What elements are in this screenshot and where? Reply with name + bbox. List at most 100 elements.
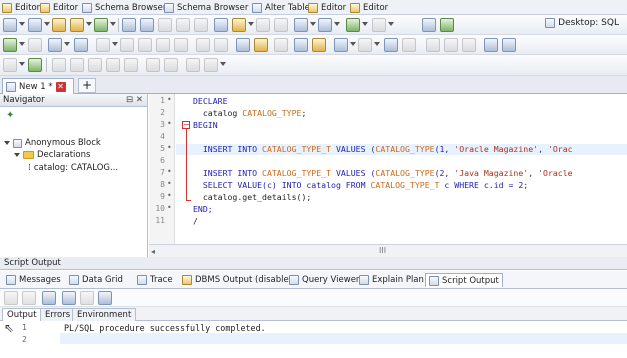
tab-query-viewer[interactable]: Query Viewer xyxy=(286,273,362,287)
sync-icon[interactable]: ✦ xyxy=(6,110,14,121)
step-icon[interactable] xyxy=(372,18,386,32)
copy-icon[interactable] xyxy=(256,18,270,32)
history-icon[interactable] xyxy=(274,38,288,52)
navigator-controls[interactable]: ⊟ ✕ xyxy=(126,95,143,105)
wrap-icon[interactable] xyxy=(22,291,36,305)
undo-icon[interactable] xyxy=(176,18,190,32)
sort-icon[interactable] xyxy=(358,38,372,52)
copy-output-icon[interactable] xyxy=(80,291,94,305)
subtab-errors[interactable]: Errors xyxy=(40,308,76,321)
stop-icon[interactable] xyxy=(28,38,42,52)
tab-editor-2[interactable]: Editor xyxy=(40,1,78,14)
snippet-icon[interactable] xyxy=(254,38,268,52)
document-tab-new-1[interactable]: New 1 * ✕ xyxy=(2,78,74,94)
clear-icon[interactable] xyxy=(4,291,18,305)
print-output-icon[interactable] xyxy=(98,291,112,305)
tree-node-declarations[interactable]: Declarations xyxy=(14,150,90,160)
lock-icon[interactable] xyxy=(214,18,228,32)
line-number: 9 xyxy=(160,192,165,201)
capitalize-icon[interactable] xyxy=(462,38,476,52)
lowercase-icon[interactable] xyxy=(444,38,458,52)
run-icon[interactable] xyxy=(3,18,17,32)
tree-node-catalog[interactable]: ⁞ catalog: CATALOG... xyxy=(28,163,118,173)
back-icon[interactable] xyxy=(384,38,398,52)
cut-icon[interactable] xyxy=(96,38,110,52)
search-icon[interactable] xyxy=(334,38,348,52)
increase-indent-icon[interactable] xyxy=(502,38,516,52)
grid-icon[interactable] xyxy=(294,18,308,32)
subtab-environment[interactable]: Environment xyxy=(72,308,137,321)
tool-g-icon[interactable] xyxy=(164,58,178,72)
decrease-indent-icon[interactable] xyxy=(484,38,498,52)
outdent-icon[interactable] xyxy=(174,38,188,52)
tool-b-icon[interactable] xyxy=(70,58,84,72)
tuning-icon[interactable] xyxy=(294,38,308,52)
sql-file-icon xyxy=(6,81,16,92)
find-icon[interactable] xyxy=(196,38,210,52)
replace-icon[interactable] xyxy=(214,38,228,52)
tab-schema-browser-2[interactable]: Schema Browser xyxy=(164,1,248,14)
editor-horizontal-scrollbar[interactable]: ◂ III xyxy=(149,244,627,257)
tab-trace[interactable]: Trace xyxy=(134,273,176,287)
commit-icon[interactable] xyxy=(48,38,62,52)
document-tab-bar: New 1 * ✕ + xyxy=(0,76,627,94)
uncomment-icon[interactable] xyxy=(138,38,152,52)
tab-schema-browser-1[interactable]: Schema Browser xyxy=(82,1,166,14)
expand-icon[interactable] xyxy=(14,153,20,157)
export-icon[interactable] xyxy=(42,291,56,305)
tool-i-icon[interactable] xyxy=(204,58,218,72)
tab-editor-4[interactable]: Editor xyxy=(350,1,388,14)
execute-icon[interactable] xyxy=(3,38,17,52)
scroll-left-icon[interactable]: ◂ xyxy=(151,247,155,256)
explain-icon[interactable] xyxy=(318,18,332,32)
close-tab-icon[interactable]: ✕ xyxy=(55,81,66,92)
format-icon[interactable] xyxy=(440,18,454,32)
new-icon[interactable] xyxy=(52,18,66,32)
comment-icon[interactable] xyxy=(120,38,134,52)
tab-script-output[interactable]: Script Output xyxy=(425,273,503,287)
save-icon[interactable] xyxy=(122,18,136,32)
tool-d-icon[interactable] xyxy=(106,58,120,72)
debug-icon[interactable] xyxy=(312,38,326,52)
script-output-area[interactable]: ⇖ 1 PL/SQL procedure successfully comple… xyxy=(0,321,627,358)
tab-editor-3[interactable]: Editor xyxy=(308,1,346,14)
tab-explain-plan[interactable]: Explain Plan xyxy=(356,273,427,287)
redo-icon[interactable] xyxy=(194,18,208,32)
tool-e-icon[interactable] xyxy=(124,58,138,72)
tab-alter-table[interactable]: Alter Table xyxy=(252,1,310,14)
add-tab-button[interactable]: + xyxy=(78,78,96,93)
tree-node-anonymous-block[interactable]: Anonymous Block xyxy=(4,138,101,148)
layout-icon[interactable] xyxy=(422,18,436,32)
forward-icon[interactable] xyxy=(402,38,416,52)
rollback-icon[interactable] xyxy=(74,38,88,52)
subtab-output[interactable]: Output xyxy=(2,308,42,321)
code-line: INSERT INTO CATALOG_TYPE_T VALUES (CATAL… xyxy=(193,168,573,178)
scroll-grip[interactable]: III xyxy=(379,246,386,255)
save-output-icon[interactable] xyxy=(62,291,76,305)
paste-icon[interactable] xyxy=(274,18,288,32)
nav-icon[interactable] xyxy=(3,58,17,72)
fold-icon[interactable]: − xyxy=(182,121,190,129)
tool-f-icon[interactable] xyxy=(146,58,160,72)
desktop-selector[interactable]: Desktop: SQL xyxy=(545,18,619,28)
tool-h-icon[interactable] xyxy=(186,58,200,72)
tab-editor-1[interactable]: Editor xyxy=(2,1,40,14)
describe-icon[interactable] xyxy=(236,38,250,52)
refresh-icon[interactable] xyxy=(94,18,108,32)
tool-c-icon[interactable] xyxy=(88,58,102,72)
uppercase-icon[interactable] xyxy=(426,38,440,52)
green-run-icon[interactable] xyxy=(28,58,42,72)
tab-messages[interactable]: Messages xyxy=(3,273,64,287)
print-icon[interactable] xyxy=(158,18,172,32)
connect-icon[interactable] xyxy=(28,18,42,32)
bookmark-icon[interactable] xyxy=(232,18,246,32)
indent-icon[interactable] xyxy=(156,38,170,52)
tab-dbms-output[interactable]: DBMS Output (disabled) xyxy=(179,273,300,287)
compile-icon[interactable] xyxy=(346,18,360,32)
save-all-icon[interactable] xyxy=(140,18,154,32)
tool-a-icon[interactable] xyxy=(52,58,66,72)
sql-editor[interactable]: 1 • 2 3 • 4 5 • 6 7 • 8 • 9 • 10 • 11 − DECLARE… xyxy=(149,94,627,244)
expand-icon[interactable] xyxy=(4,141,10,145)
open-folder-icon[interactable] xyxy=(70,18,84,32)
tab-data-grid[interactable]: Data Grid xyxy=(66,273,126,287)
